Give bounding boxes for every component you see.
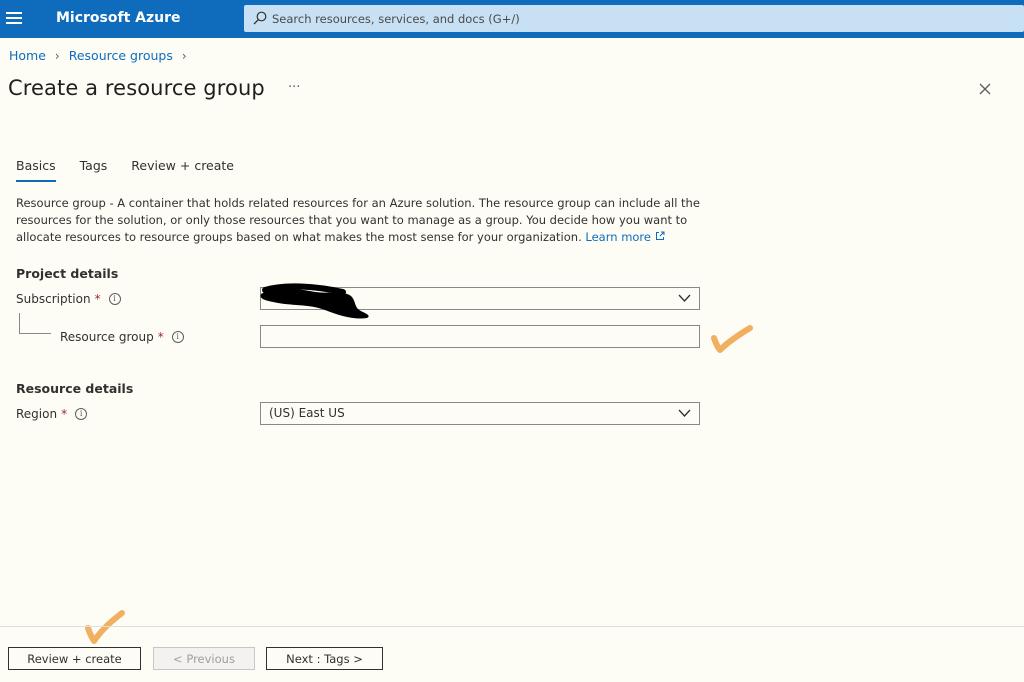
region-label: Region * i <box>16 407 88 421</box>
external-link-icon <box>655 231 665 240</box>
tab-bar: Basics Tags Review + create <box>16 158 258 182</box>
breadcrumb-home[interactable]: Home <box>9 48 46 63</box>
tab-basics[interactable]: Basics <box>16 158 56 182</box>
chevron-right-icon: › <box>181 48 187 63</box>
breadcrumb: Home › Resource groups › <box>9 48 196 63</box>
hamburger-menu-icon[interactable] <box>6 9 22 29</box>
tab-tags[interactable]: Tags <box>80 158 108 182</box>
resource-details-heading: Resource details <box>16 381 134 396</box>
description-term: Resource group <box>16 196 106 210</box>
region-value: (US) East US <box>269 406 345 420</box>
resource-group-label: Resource group * i <box>60 330 184 344</box>
close-icon[interactable] <box>976 80 994 98</box>
learn-more-link[interactable]: Learn more <box>585 230 665 244</box>
subscription-label: Subscription * i <box>16 292 121 306</box>
tab-review-create[interactable]: Review + create <box>131 158 234 182</box>
tree-connector <box>19 313 51 334</box>
next-tags-button[interactable]: Next : Tags > <box>266 647 383 670</box>
region-select[interactable]: (US) East US <box>260 402 700 425</box>
global-search[interactable] <box>244 5 1024 32</box>
chevron-right-icon: › <box>54 48 60 63</box>
subscription-select[interactable] <box>260 287 700 310</box>
required-marker: * <box>157 330 164 344</box>
search-input[interactable] <box>272 5 872 32</box>
footer-bar: Review + create < Previous Next : Tags > <box>0 626 1024 682</box>
review-create-button[interactable]: Review + create <box>8 647 141 670</box>
required-marker: * <box>94 292 101 306</box>
resource-group-description: Resource group - A container that holds … <box>16 195 706 246</box>
brand-title[interactable]: Microsoft Azure <box>56 10 181 26</box>
top-bar: Microsoft Azure <box>0 0 1024 38</box>
chevron-down-icon <box>678 294 691 302</box>
search-icon <box>253 11 267 25</box>
resource-group-input[interactable] <box>260 325 700 348</box>
info-icon[interactable]: i <box>171 331 184 343</box>
page-title: Create a resource group <box>8 76 265 100</box>
chevron-down-icon <box>678 409 691 417</box>
checkmark-annotation-icon <box>711 325 753 353</box>
project-details-heading: Project details <box>16 266 119 281</box>
previous-button[interactable]: < Previous <box>153 647 255 670</box>
info-icon[interactable]: i <box>108 293 121 305</box>
breadcrumb-resource-groups[interactable]: Resource groups <box>69 48 173 63</box>
required-marker: * <box>61 407 68 421</box>
info-icon[interactable]: i <box>75 408 88 420</box>
more-options-icon[interactable]: ··· <box>288 80 300 95</box>
